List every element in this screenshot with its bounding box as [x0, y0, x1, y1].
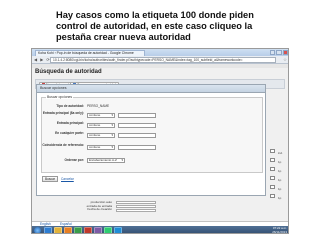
- system-clock[interactable]: 07:22 a.m. 26/11/2013: [272, 226, 287, 234]
- reference-match-operator-select[interactable]: contiene: [87, 145, 115, 150]
- nav-arrows-icon[interactable]: ◀ ▶ ⟳: [34, 57, 51, 63]
- sort-by-label: Ordenar por:: [64, 157, 84, 162]
- right-checkbox[interactable]: [270, 185, 275, 189]
- authority-type-label: Tipo de autoridad:: [56, 103, 84, 108]
- lower-field-input-2[interactable]: [116, 205, 156, 208]
- row-main-entry: Entrada principal: contiene: [42, 121, 262, 129]
- browser-titlebar: Koha Kohi › Pop-in de búsqueda de autori…: [32, 49, 288, 56]
- koha-header-strip: [32, 64, 288, 68]
- row-anywhere: En cualquier parte: contiene: [42, 131, 262, 139]
- address-bar: ◀ ▶ ⟳ 10.1.4.2:8080/cgi-bin/koha/authori…: [32, 56, 288, 64]
- bookmark-star-icon[interactable]: ☆: [283, 57, 287, 63]
- right-label: 1p: [278, 187, 282, 191]
- search-button[interactable]: Buscar: [42, 176, 58, 182]
- fieldset-legend: Buscar opciones: [46, 95, 74, 99]
- right-checkbox[interactable]: [270, 167, 275, 171]
- main-entry-input[interactable]: [118, 123, 156, 128]
- lower-field-label-3: Fecha de creación: [87, 207, 112, 212]
- right-side-fields: ind. 1p 1p 1p 1p 1p: [270, 149, 286, 203]
- page-title: Búsqueda de autoridad: [35, 69, 102, 75]
- right-field-3: 1p: [270, 176, 286, 185]
- instruction-caption: Hay casos como la etiqueta 100 donde pid…: [56, 10, 306, 43]
- anywhere-label: En cualquier parte:: [55, 131, 84, 135]
- main-entry-a-label: Entrada principal ($a only):: [42, 111, 84, 115]
- row-authority-type: Tipo de autoridad: PERSO_NAME: [42, 103, 262, 110]
- start-button-icon[interactable]: [34, 227, 41, 233]
- lower-field-input-3[interactable]: [116, 209, 156, 212]
- url-input[interactable]: 10.1.4.2:8080/cgi-bin/koha/authorities/a…: [50, 57, 276, 63]
- taskbar-folder-icon[interactable]: [54, 227, 62, 233]
- taskbar-app-icon[interactable]: [84, 227, 92, 233]
- authority-search-dialog: Buscar opciones Buscar opciones Tipo de …: [36, 84, 266, 196]
- screenshot: Koha Kohi › Pop-in de búsqueda de autori…: [31, 48, 289, 234]
- main-entry-operator-select[interactable]: contiene: [87, 123, 115, 128]
- caption-line-3: pestaña crear nueva autoridad: [56, 32, 191, 42]
- right-field-2: 1p: [270, 167, 286, 176]
- row-main-entry-a: Entrada principal ($a only): contiene: [42, 111, 262, 119]
- row-sort-by: Ordenar por: Encabezamiento A-Z: [42, 157, 262, 164]
- right-field-1: 1p: [270, 158, 286, 167]
- right-label: 1p: [278, 169, 282, 173]
- right-field-5: 1p: [270, 194, 286, 203]
- right-label: 1p: [278, 160, 282, 164]
- taskbar-app-icon[interactable]: [104, 227, 112, 233]
- close-button[interactable]: [282, 50, 288, 55]
- row-reference-match: Coincidencia de referencia: contiene: [42, 143, 262, 151]
- dialog-title: Buscar opciones: [37, 85, 265, 93]
- lower-form-fields: producción auto entrada de entrada Fecha…: [72, 200, 112, 212]
- maximize-button[interactable]: [276, 50, 282, 55]
- window-controls: [270, 50, 288, 55]
- windows-taskbar: 07:22 a.m. 26/11/2013: [32, 226, 288, 234]
- right-checkbox[interactable]: [270, 158, 275, 162]
- authority-type-value: PERSO_NAME: [87, 104, 110, 108]
- main-entry-a-operator-select[interactable]: contiene: [87, 113, 115, 118]
- taskbar-word-icon[interactable]: [114, 227, 122, 233]
- caption-line-1: Hay casos como la etiqueta 100 donde pid…: [56, 10, 254, 20]
- right-field-0: ind.: [270, 149, 286, 158]
- cancel-link[interactable]: Cancelar: [61, 177, 74, 181]
- reference-match-label: Coincidencia de referencia:: [42, 143, 84, 147]
- right-checkbox[interactable]: [270, 149, 275, 153]
- minimize-button[interactable]: [270, 50, 276, 55]
- right-field-4: 1p: [270, 185, 286, 194]
- right-checkbox[interactable]: [270, 194, 275, 198]
- anywhere-input[interactable]: [118, 133, 156, 138]
- right-label: ind.: [278, 151, 283, 155]
- main-entry-a-input[interactable]: [118, 113, 156, 118]
- right-label: 1p: [278, 196, 282, 200]
- caption-line-2: control de autoridad, en este caso cliqu…: [56, 21, 253, 31]
- search-options-fieldset: Buscar opciones Tipo de autoridad: PERSO…: [41, 95, 263, 173]
- sort-by-select[interactable]: Encabezamiento A-Z: [87, 158, 125, 163]
- right-label: 1p: [278, 178, 282, 182]
- anywhere-operator-select[interactable]: contiene: [87, 133, 115, 138]
- taskbar-app-icon[interactable]: [94, 227, 102, 233]
- taskbar-ie-icon[interactable]: [44, 227, 52, 233]
- right-checkbox[interactable]: [270, 176, 275, 180]
- clock-date: 26/11/2013: [272, 229, 287, 234]
- main-entry-label: Entrada principal:: [56, 121, 84, 125]
- reference-match-input[interactable]: [118, 145, 156, 150]
- taskbar-chrome-icon[interactable]: [74, 227, 82, 233]
- lower-field-input-1[interactable]: [116, 201, 156, 204]
- taskbar-firefox-icon[interactable]: [64, 227, 72, 233]
